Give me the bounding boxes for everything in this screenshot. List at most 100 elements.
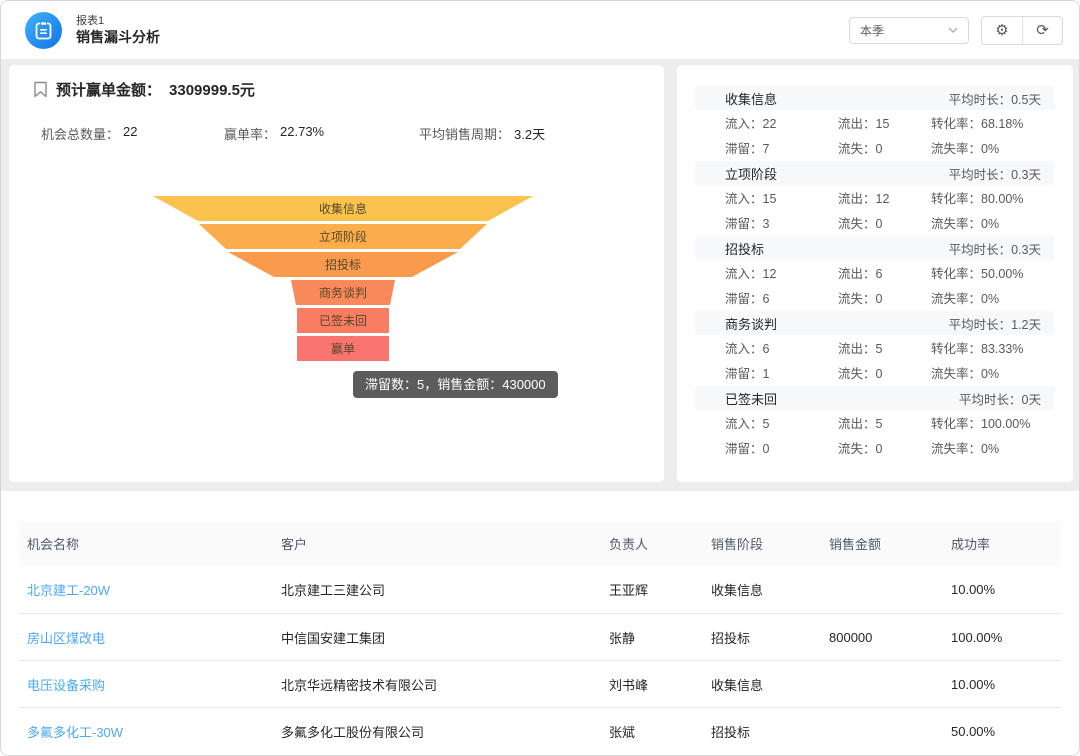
stage-name: 收集信息 [725, 89, 777, 108]
outflow-value: 5 [876, 342, 883, 356]
table-column-header: 机会名称 [27, 534, 281, 553]
stage-header[interactable]: 收集信息 平均时长：0.5天 [695, 86, 1055, 110]
stage-avg-duration: 平均时长：1.2天 [949, 314, 1041, 333]
loss-rate-value: 0% [981, 442, 999, 456]
funnel-stage-label: 赢单 [331, 341, 355, 356]
lost-label: 流失： [838, 442, 876, 456]
inflow-value: 5 [763, 417, 770, 431]
stage-loss-row: 滞留：3 流失：0 流失率：0% [695, 210, 1055, 235]
cell-owner: 张静 [609, 628, 711, 647]
top-bar-controls: 本季 ⚙ ⟳ [849, 16, 1063, 45]
inflow-value: 15 [763, 192, 777, 206]
inflow-label: 流入： [725, 417, 763, 431]
table-column-header: 负责人 [609, 534, 711, 553]
refresh-button[interactable]: ⟳ [1022, 17, 1062, 44]
funnel-stage-label: 招投标 [325, 257, 361, 272]
chart-tooltip: 滞留数：5，销售金额：430000 [353, 371, 558, 398]
conversion-value: 100.00% [981, 417, 1030, 431]
stage-avg-duration: 平均时长：0天 [959, 389, 1041, 408]
stranded-label: 滞留： [725, 217, 763, 231]
report-identity: 报表1 销售漏斗分析 [25, 12, 160, 49]
stage-flow-row: 流入：6 流出：5 转化率：83.33% [695, 335, 1055, 360]
cell-opportunity-name[interactable]: 电压设备采购 [27, 675, 281, 694]
settings-button[interactable]: ⚙ [982, 17, 1022, 44]
period-select-value: 本季 [860, 22, 884, 39]
table-row[interactable]: 房山区煤改电 中信国安建工集团 张静 招投标 800000 100.00% [19, 613, 1061, 660]
cell-success-rate: 10.00% [951, 582, 1061, 597]
cell-customer: 北京华远精密技术有限公司 [281, 675, 609, 694]
table-row[interactable]: 电压设备采购 北京华远精密技术有限公司 刘书峰 收集信息 10.00% [19, 660, 1061, 707]
conversion-label: 转化率： [931, 267, 981, 281]
stage-name: 招投标 [725, 239, 764, 258]
loss-rate-value: 0% [981, 217, 999, 231]
avg-duration-label: 平均时长： [959, 393, 1022, 407]
avg-duration-label: 平均时长： [949, 243, 1012, 257]
loss-rate-label: 流失率： [931, 367, 981, 381]
lost-label: 流失： [838, 142, 876, 156]
table-column-header: 客户 [281, 534, 609, 553]
stranded-label: 滞留： [725, 142, 763, 156]
stage-header[interactable]: 立项阶段 平均时长：0.3天 [695, 161, 1055, 185]
table-column-header: 销售阶段 [711, 534, 829, 553]
loss-rate-label: 流失率： [931, 292, 981, 306]
stranded-label: 滞留： [725, 442, 763, 456]
outflow-label: 流出： [838, 342, 876, 356]
stage-block: 已签未回 平均时长：0天 流入：5 流出：5 转化率：100.00% 滞留：0 … [695, 386, 1055, 460]
table-header-row: 机会名称客户负责人销售阶段销售金额成功率 [19, 521, 1061, 566]
funnel-stage-label: 商务谈判 [319, 285, 367, 300]
loss-rate-value: 0% [981, 142, 999, 156]
chevron-down-icon [948, 27, 958, 33]
outflow-label: 流出： [838, 267, 876, 281]
loss-rate-label: 流失率： [931, 217, 981, 231]
inflow-label: 流入： [725, 117, 763, 131]
avg-duration-label: 平均时长： [949, 168, 1012, 182]
stage-name: 已签未回 [725, 389, 777, 408]
stage-header[interactable]: 已签未回 平均时长：0天 [695, 386, 1055, 410]
conversion-label: 转化率： [931, 192, 981, 206]
stranded-value: 3 [763, 217, 770, 231]
table-row[interactable]: 多氟多化工-30W 多氟多化工股份有限公司 张斌 招投标 50.00% [19, 707, 1061, 754]
table-row[interactable]: 北京建工-20W 北京建工三建公司 王亚辉 收集信息 10.00% [19, 566, 1061, 613]
stage-loss-row: 滞留：6 流失：0 流失率：0% [695, 285, 1055, 310]
avg-duration-value: 0.3天 [1011, 168, 1041, 182]
lost-value: 0 [876, 142, 883, 156]
cell-stage: 招投标 [711, 722, 829, 741]
stranded-value: 6 [763, 292, 770, 306]
cell-stage: 收集信息 [711, 675, 829, 694]
outflow-label: 流出： [838, 192, 876, 206]
stage-block: 收集信息 平均时长：0.5天 流入：22 流出：15 转化率：68.18% 滞留… [695, 86, 1055, 160]
lost-label: 流失： [838, 367, 876, 381]
stage-header[interactable]: 招投标 平均时长：0.3天 [695, 236, 1055, 260]
avg-duration-value: 1.2天 [1011, 318, 1041, 332]
loss-rate-value: 0% [981, 367, 999, 381]
funnel-chart[interactable]: 收集信息立项阶段招投标商务谈判已签未回赢单 [9, 65, 664, 482]
period-select[interactable]: 本季 [849, 17, 969, 44]
cell-opportunity-name[interactable]: 北京建工-20W [27, 580, 281, 599]
outflow-value: 6 [876, 267, 883, 281]
cell-amount: 800000 [829, 630, 951, 645]
conversion-value: 50.00% [981, 267, 1023, 281]
cell-opportunity-name[interactable]: 多氟多化工-30W [27, 722, 281, 741]
inflow-value: 22 [763, 117, 777, 131]
outflow-value: 5 [876, 417, 883, 431]
stage-avg-duration: 平均时长：0.5天 [949, 89, 1041, 108]
stage-header[interactable]: 商务谈判 平均时长：1.2天 [695, 311, 1055, 335]
lost-value: 0 [876, 292, 883, 306]
cell-opportunity-name[interactable]: 房山区煤改电 [27, 628, 281, 647]
stranded-label: 滞留： [725, 367, 763, 381]
page-title: 销售漏斗分析 [76, 28, 160, 46]
stage-block: 商务谈判 平均时长：1.2天 流入：6 流出：5 转化率：83.33% 滞留：1… [695, 311, 1055, 385]
stage-loss-row: 滞留：1 流失：0 流失率：0% [695, 360, 1055, 385]
avg-duration-value: 0.5天 [1011, 93, 1041, 107]
stage-block: 招投标 平均时长：0.3天 流入：12 流出：6 转化率：50.00% 滞留：6… [695, 236, 1055, 310]
stage-block: 立项阶段 平均时长：0.3天 流入：15 流出：12 转化率：80.00% 滞留… [695, 161, 1055, 235]
inflow-value: 12 [763, 267, 777, 281]
avg-duration-value: 0.3天 [1011, 243, 1041, 257]
loss-rate-value: 0% [981, 292, 999, 306]
stage-loss-row: 滞留：0 流失：0 流失率：0% [695, 435, 1055, 460]
lost-label: 流失： [838, 292, 876, 306]
cell-customer: 中信国安建工集团 [281, 628, 609, 647]
conversion-label: 转化率： [931, 342, 981, 356]
conversion-label: 转化率： [931, 117, 981, 131]
content-row: 预计赢单金额： 3309999.5元 机会总数量： 22 赢单率： 22.73%… [1, 59, 1079, 482]
